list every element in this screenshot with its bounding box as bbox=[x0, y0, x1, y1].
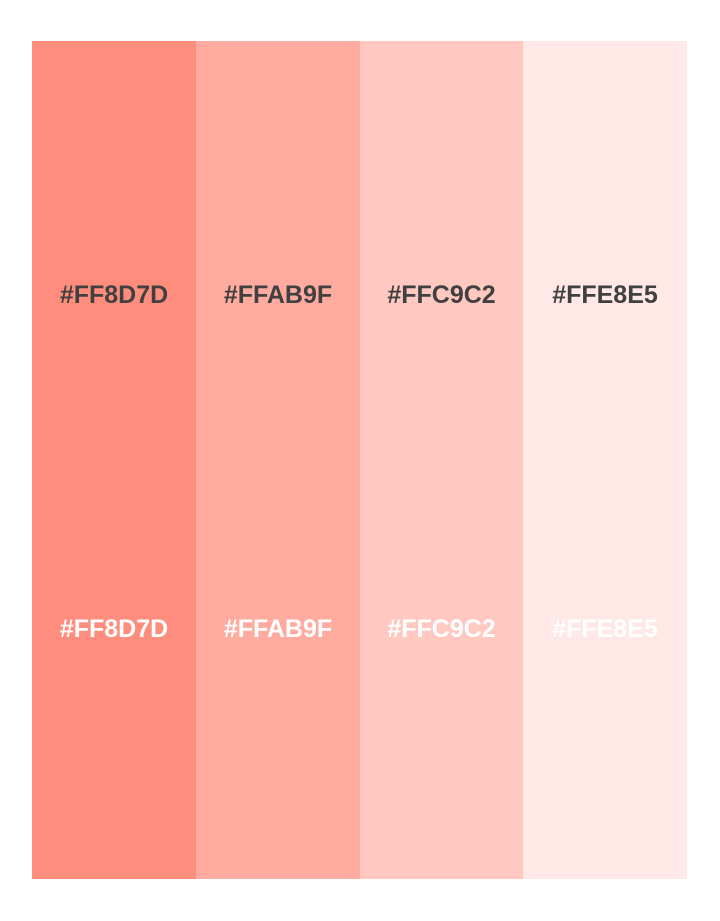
swatch-hex-label-dark: #FFAB9F bbox=[223, 281, 333, 309]
color-swatch-2: #FFAB9F #FFAB9F bbox=[196, 41, 360, 879]
swatch-hex-label-light: #FF8D7D bbox=[59, 615, 169, 643]
swatch-hex-label-dark: #FF8D7D bbox=[59, 281, 169, 309]
color-swatch-3: #FFC9C2 #FFC9C2 bbox=[360, 41, 523, 879]
color-swatch-4: #FFE8E5 #FFE8E5 bbox=[523, 41, 687, 879]
swatch-hex-label-dark: #FFE8E5 bbox=[552, 281, 658, 309]
swatch-hex-label-light: #FFAB9F bbox=[223, 615, 333, 643]
swatch-hex-label-light: #FFC9C2 bbox=[387, 615, 496, 643]
color-palette: #FF8D7D #FF8D7D #FFAB9F #FFAB9F #FFC9C2 … bbox=[32, 41, 687, 879]
swatch-hex-label-dark: #FFC9C2 bbox=[387, 281, 496, 309]
color-swatch-1: #FF8D7D #FF8D7D bbox=[32, 41, 196, 879]
swatch-hex-label-light: #FFE8E5 bbox=[552, 615, 658, 643]
